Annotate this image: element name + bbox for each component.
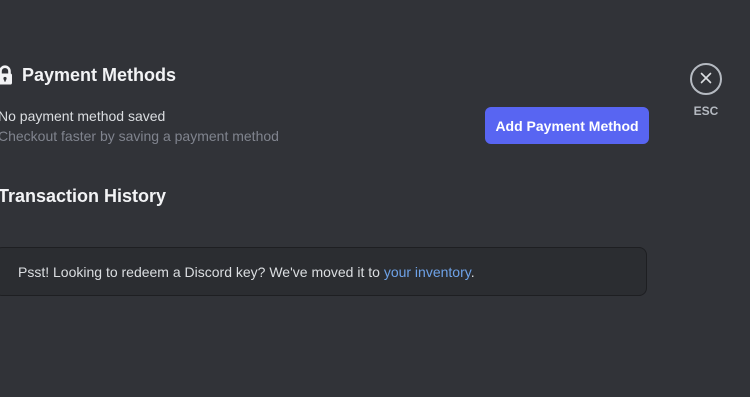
your-inventory-link[interactable]: your inventory — [384, 264, 471, 280]
no-payment-subtitle: Checkout faster by saving a payment meth… — [0, 128, 279, 144]
notice-text-after: . — [470, 264, 475, 280]
add-payment-method-button[interactable]: Add Payment Method — [485, 107, 649, 144]
transaction-history-title: Transaction History — [0, 186, 167, 206]
no-payment-title: No payment method saved — [0, 108, 166, 124]
close-icon — [700, 72, 712, 87]
payment-methods-header: Payment Methods — [0, 62, 176, 88]
redeem-notice-box: Psst! Looking to redeem a Discord key? W… — [0, 247, 647, 296]
redeem-notice-text: Psst! Looking to redeem a Discord key? W… — [18, 263, 475, 281]
close-control: ESC — [688, 63, 724, 118]
lock-icon — [0, 65, 14, 85]
notice-text-before: Psst! Looking to redeem a Discord key? W… — [18, 264, 384, 280]
close-button[interactable] — [690, 63, 722, 95]
esc-label: ESC — [693, 104, 719, 118]
payment-methods-title: Payment Methods — [22, 65, 177, 85]
